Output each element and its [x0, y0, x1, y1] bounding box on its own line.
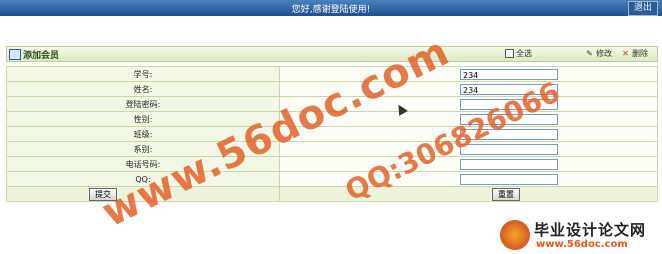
logout-button[interactable]: 退出: [628, 1, 658, 16]
select-all-label: 全选: [516, 49, 532, 58]
edit-icon: ✎: [586, 49, 593, 58]
form-row: 系别:: [6, 141, 658, 157]
checkbox-icon[interactable]: [505, 49, 514, 58]
form-row: 电话号码:: [6, 156, 658, 172]
delete-button[interactable]: ✕ 删除: [621, 48, 648, 59]
phone-input[interactable]: [460, 158, 558, 170]
qq-input[interactable]: [460, 173, 558, 185]
form-row: QQ:: [6, 171, 658, 187]
select-all-toggle[interactable]: 全选: [505, 48, 532, 59]
brand-name: 毕业设计论文网: [534, 221, 647, 239]
reset-button[interactable]: 重置: [492, 187, 520, 201]
edit-label: 修改: [596, 49, 612, 58]
panel-header: 添加会员 全选 ✎ 修改 ✕ 删除: [6, 46, 658, 62]
field-label: 登陆密码:: [6, 96, 280, 112]
brand-url: www.56doc.com: [536, 239, 628, 250]
edit-button[interactable]: ✎ 修改: [585, 48, 612, 59]
delete-label: 删除: [632, 49, 648, 58]
pencil-logo-icon: [500, 220, 530, 250]
table-icon: [9, 49, 21, 60]
panel-title: 添加会员: [23, 51, 60, 61]
top-bar: 您好,感谢登陆使用! 退出: [0, 0, 662, 16]
delete-icon: ✕: [622, 49, 629, 58]
brand-logo: 毕业设计论文网 www.56doc.com: [500, 216, 662, 254]
welcome-text: 您好,感谢登陆使用!: [291, 5, 371, 15]
field-label: 姓名:: [6, 81, 280, 97]
field-label: 学号:: [6, 66, 280, 82]
